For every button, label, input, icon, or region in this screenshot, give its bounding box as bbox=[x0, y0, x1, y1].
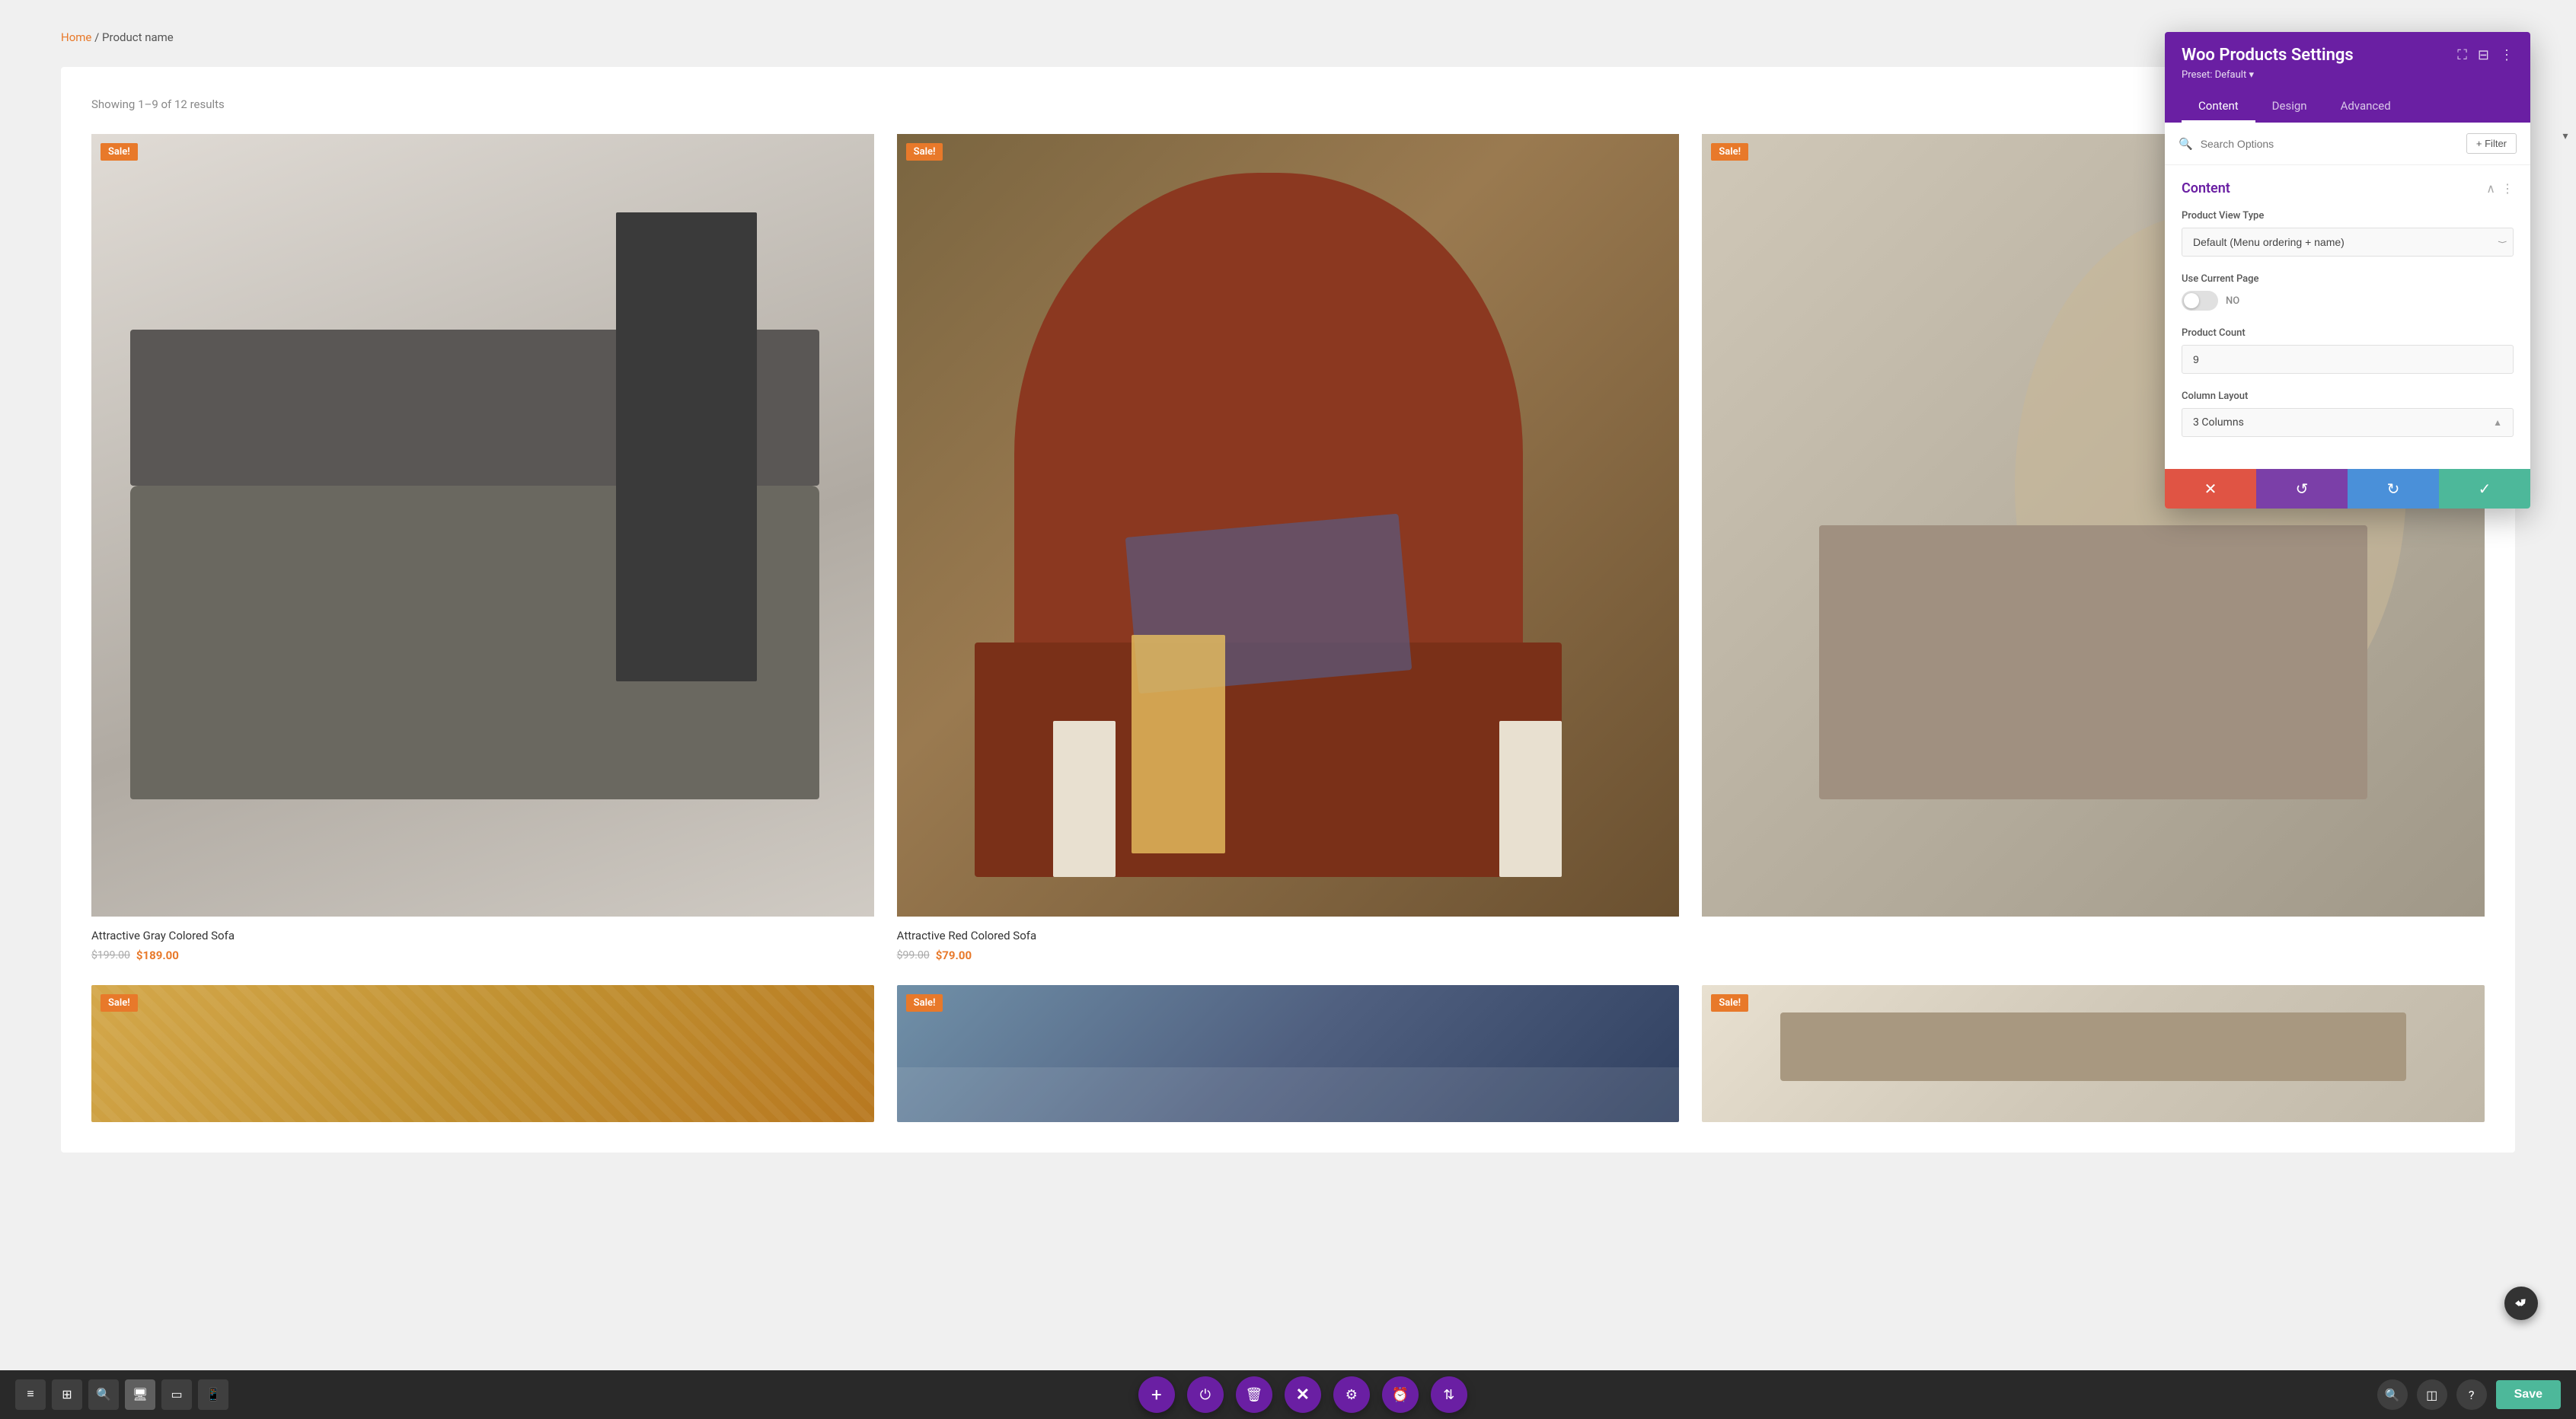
panel-edge-arrow[interactable]: ▾ bbox=[2555, 126, 2576, 147]
panel-header: Woo Products Settings ⛶ ⊟ ⋮ Preset: Defa… bbox=[2165, 32, 2530, 123]
sale-badge: Sale! bbox=[906, 143, 943, 161]
save-button[interactable]: Save bbox=[2496, 1380, 2561, 1409]
more-icon[interactable]: ⋮ bbox=[2500, 47, 2514, 63]
sale-badge: Sale! bbox=[1711, 994, 1748, 1012]
field-product-view-type: Product View Type Default (Menu ordering… bbox=[2182, 210, 2514, 257]
search-icon: 🔍 bbox=[2179, 137, 2193, 151]
breadcrumb-home[interactable]: Home bbox=[61, 30, 91, 44]
sale-badge: Sale! bbox=[1711, 143, 1748, 161]
tab-content[interactable]: Content bbox=[2182, 91, 2255, 123]
product-card[interactable]: Sale! bbox=[897, 985, 1680, 1122]
field-product-count: Product Count bbox=[2182, 327, 2514, 374]
field-label-product-count: Product Count bbox=[2182, 327, 2514, 339]
product-prices: $99.00 $79.00 bbox=[897, 949, 1680, 962]
delete-button[interactable]: 🗑 bbox=[1236, 1376, 1272, 1413]
panel-tabs: Content Design Advanced bbox=[2182, 91, 2514, 123]
section-header: Content ∧ ⋮ bbox=[2182, 180, 2514, 196]
product-card[interactable]: Sale! Attractive Gray Colored Sofa $199.… bbox=[91, 134, 874, 962]
product-card[interactable]: Sale! bbox=[1702, 985, 2485, 1122]
price-old: $199.00 bbox=[91, 949, 130, 961]
collapse-icon[interactable]: ∧ bbox=[2486, 181, 2495, 196]
panel-header-icons: ⛶ ⊟ ⋮ bbox=[2457, 47, 2514, 63]
breadcrumb-separator: / bbox=[94, 30, 99, 44]
sale-badge: Sale! bbox=[101, 994, 138, 1012]
layout-icon[interactable]: ⊟ bbox=[2478, 47, 2489, 63]
panel-title-row: Woo Products Settings ⛶ ⊟ ⋮ bbox=[2182, 46, 2514, 65]
product-prices: $199.00 $189.00 bbox=[91, 949, 874, 962]
search-input[interactable] bbox=[2201, 138, 2459, 150]
settings-panel: Woo Products Settings ⛶ ⊟ ⋮ Preset: Defa… bbox=[2165, 32, 2530, 509]
close-module-button[interactable]: ✕ bbox=[1285, 1376, 1321, 1413]
toolbar-center: + ⏻ 🗑 ✕ ⚙ ⏰ ⇅ bbox=[1138, 1376, 1467, 1413]
add-button[interactable]: + bbox=[1138, 1376, 1175, 1413]
toolbar-desktop-icon[interactable]: 🖥 bbox=[125, 1379, 155, 1410]
search-right-icon[interactable]: 🔍 bbox=[2377, 1379, 2408, 1410]
field-label-product-view-type: Product View Type bbox=[2182, 210, 2514, 222]
panel-body: Content ∧ ⋮ Product View Type Default (M… bbox=[2165, 165, 2530, 469]
select-wrapper-view-type: Default (Menu ordering + name) Custom Da… bbox=[2182, 228, 2514, 257]
shop-area: Showing 1–9 of 12 results Sale! Attracti… bbox=[61, 67, 2515, 1153]
sale-badge: Sale! bbox=[906, 994, 943, 1012]
toolbar-left: ≡ ⊞ 🔍 🖥 ▭ 📱 bbox=[15, 1379, 228, 1410]
tab-design[interactable]: Design bbox=[2255, 91, 2324, 123]
partial-field-column-layout[interactable]: 3 Columns ▲ bbox=[2182, 408, 2514, 437]
action-bar: ✕ ↺ ↻ ✓ bbox=[2165, 469, 2530, 509]
save-confirm-button[interactable]: ✓ bbox=[2439, 469, 2530, 509]
layers-icon[interactable]: ◫ bbox=[2417, 1379, 2447, 1410]
section-controls: ∧ ⋮ bbox=[2486, 181, 2514, 196]
product-card[interactable]: Sale! Attractive Red Colored Sofa $99.00… bbox=[897, 134, 1680, 962]
toolbar-search-icon[interactable]: 🔍 bbox=[88, 1379, 119, 1410]
product-name: Attractive Red Colored Sofa bbox=[897, 929, 1680, 942]
breadcrumb: Home / Product name bbox=[61, 30, 2515, 44]
sale-badge: Sale! bbox=[101, 143, 138, 161]
drag-handle[interactable] bbox=[2504, 1287, 2538, 1320]
field-column-layout: Column Layout 3 Columns ▲ bbox=[2182, 391, 2514, 437]
preset-label[interactable]: Preset: Default bbox=[2182, 69, 2246, 81]
input-product-count[interactable] bbox=[2182, 345, 2514, 374]
cancel-button[interactable]: ✕ bbox=[2165, 469, 2256, 509]
undo-button[interactable]: ↺ bbox=[2256, 469, 2348, 509]
product-image-wrap: Sale! bbox=[897, 134, 1680, 917]
toolbar-tablet-icon[interactable]: ▭ bbox=[161, 1379, 192, 1410]
toggle-use-current-page[interactable] bbox=[2182, 291, 2218, 311]
product-image-wrap: Sale! bbox=[91, 134, 874, 917]
products-grid-row2: Sale! Sale! Sale! bbox=[91, 985, 2485, 1122]
select-product-view-type[interactable]: Default (Menu ordering + name) Custom Da… bbox=[2182, 228, 2514, 257]
breadcrumb-current: Product name bbox=[102, 30, 174, 44]
price-old: $99.00 bbox=[897, 949, 930, 961]
fullscreen-icon[interactable]: ⛶ bbox=[2457, 47, 2467, 63]
tab-advanced[interactable]: Advanced bbox=[2324, 91, 2408, 123]
field-label-column-layout: Column Layout bbox=[2182, 391, 2514, 402]
price-new: $79.00 bbox=[936, 949, 972, 962]
filter-button[interactable]: + Filter bbox=[2466, 133, 2517, 154]
more-section-icon[interactable]: ⋮ bbox=[2501, 181, 2514, 196]
product-name: Attractive Gray Colored Sofa bbox=[91, 929, 874, 942]
panel-title: Woo Products Settings bbox=[2182, 46, 2354, 65]
history-button[interactable]: ⏰ bbox=[1382, 1376, 1419, 1413]
toggle-label: NO bbox=[2226, 295, 2239, 307]
products-grid: Sale! Attractive Gray Colored Sofa $199.… bbox=[91, 134, 2485, 962]
toolbar-menu-icon[interactable]: ≡ bbox=[15, 1379, 46, 1410]
redo-button[interactable]: ↻ bbox=[2348, 469, 2439, 509]
chevron-up-icon: ▲ bbox=[2493, 417, 2502, 428]
panel-search-bar: 🔍 + Filter bbox=[2165, 123, 2530, 165]
results-count: Showing 1–9 of 12 results bbox=[91, 97, 2485, 111]
toolbar-grid-icon[interactable]: ⊞ bbox=[52, 1379, 82, 1410]
field-use-current-page: Use Current Page NO bbox=[2182, 273, 2514, 311]
toolbar-mobile-icon[interactable]: 📱 bbox=[198, 1379, 228, 1410]
power-button[interactable]: ⏻ bbox=[1187, 1376, 1224, 1413]
settings-button[interactable]: ⚙ bbox=[1333, 1376, 1370, 1413]
toolbar-right: 🔍 ◫ ? Save bbox=[2377, 1379, 2561, 1410]
toggle-row: NO bbox=[2182, 291, 2514, 311]
product-card[interactable]: Sale! bbox=[91, 985, 874, 1122]
price-new: $189.00 bbox=[136, 949, 179, 962]
preset-arrow[interactable]: ▾ bbox=[2249, 69, 2254, 81]
preset-row: Preset: Default ▾ bbox=[2182, 69, 2514, 81]
bottom-toolbar: ≡ ⊞ 🔍 🖥 ▭ 📱 + ⏻ 🗑 ✕ ⚙ ⏰ ⇅ 🔍 ◫ ? Save bbox=[0, 1370, 2576, 1419]
field-label-use-current-page: Use Current Page bbox=[2182, 273, 2514, 285]
section-title: Content bbox=[2182, 180, 2230, 196]
move-button[interactable]: ⇅ bbox=[1431, 1376, 1467, 1413]
help-icon[interactable]: ? bbox=[2456, 1379, 2487, 1410]
